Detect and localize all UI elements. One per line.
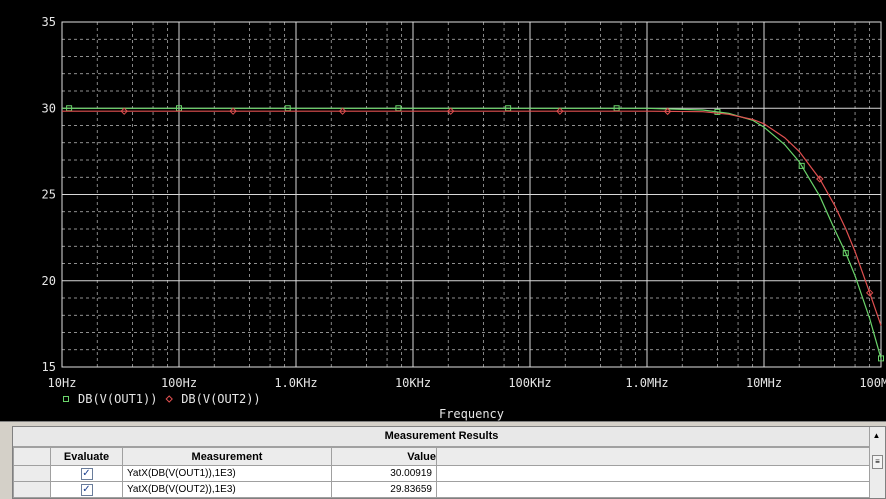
value-header: Value [331,447,437,466]
value-cell: 30.00919 [331,465,437,482]
legend-label: DB(V(OUT2)) [181,392,260,406]
x-tick-label: 10MHz [746,376,782,390]
x-tick-label: 100Hz [161,376,197,390]
evaluate-checkbox[interactable]: ✓ [80,467,93,480]
y-tick-label: 15 [42,360,56,374]
results-table: Evaluate Measurement Value ✓ YatX(DB(V(O… [13,447,870,498]
x-tick-label: 10KHz [395,376,431,390]
x-tick-label: 100KHz [508,376,551,390]
row-selector[interactable] [13,465,51,482]
series-line [62,107,882,359]
y-tick-label: 30 [42,101,56,115]
table-row[interactable]: ✓ YatX(DB(V(OUT1)),1E3) 30.00919 [13,465,870,482]
series-line [62,110,882,326]
blank-cell [436,465,870,482]
legend-marker [63,396,69,402]
y-tick-label: 35 [42,15,56,29]
results-scrollbar[interactable]: ▲ ≡ [869,427,885,498]
evaluate-cell: ✓ [50,481,123,498]
results-title: Measurement Results [13,427,870,447]
row-selector-header [13,447,51,466]
plot-svg: 15 20 25 30 35 10Hz 100Hz 1.0KHz 10KHz 100KHz 1.0M… [42,15,886,421]
probe-plot-window: 15 20 25 30 35 10Hz 100Hz 1.0KHz 10KHz 100KHz 1.0M… [0,0,886,422]
x-tick-label: 1.0KHz [274,376,317,390]
x-tick-label: 100MHz [859,376,886,390]
blank-header [436,447,870,466]
evaluate-checkbox[interactable]: ✓ [80,483,93,496]
measurement-cell[interactable]: YatX(DB(V(OUT2)),1E3) [122,481,332,498]
scroll-up-arrow-icon[interactable]: ▲ [872,431,881,441]
y-tick-label: 25 [42,188,56,202]
value-cell: 29.83659 [331,481,437,498]
results-header-row: Evaluate Measurement Value [13,447,870,466]
y-tick-label: 20 [42,274,56,288]
x-tick-label: 10Hz [48,376,77,390]
scroll-thumb[interactable]: ≡ [872,455,883,469]
blank-cell [436,481,870,498]
x-tick-label: 1.0MHz [625,376,668,390]
measurement-header: Measurement [122,447,332,466]
measurement-results-panel: Measurement Results Evaluate Measurement… [12,426,886,499]
legend-label: DB(V(OUT1)) [78,392,157,406]
table-row[interactable]: ✓ YatX(DB(V(OUT2)),1E3) 29.83659 [13,481,870,498]
row-selector[interactable] [13,481,51,498]
x-axis-label: Frequency [439,407,504,421]
evaluate-header: Evaluate [50,447,123,466]
measurement-cell[interactable]: YatX(DB(V(OUT1)),1E3) [122,465,332,482]
legend-marker [165,395,173,403]
evaluate-cell: ✓ [50,465,123,482]
